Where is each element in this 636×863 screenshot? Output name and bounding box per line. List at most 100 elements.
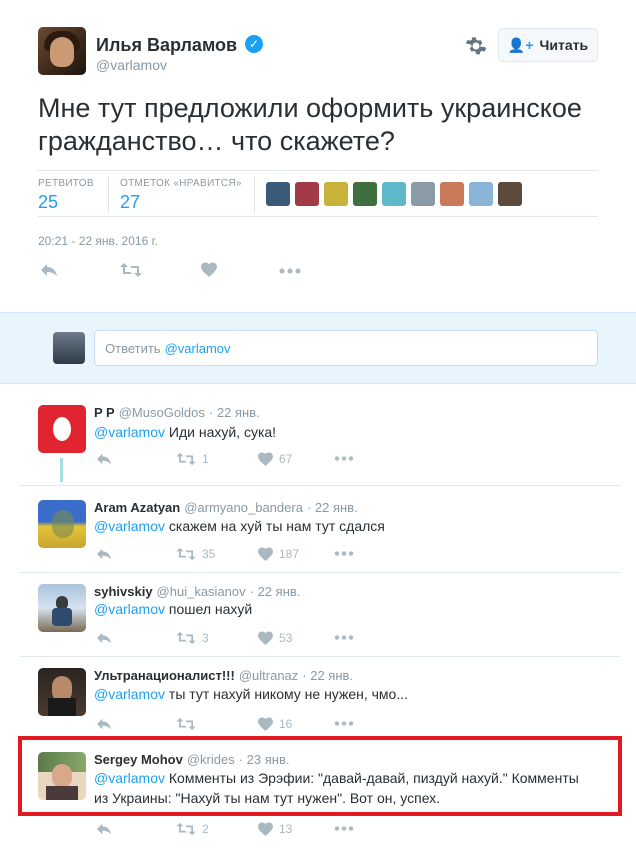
retweet-icon[interactable] [120,262,142,283]
reply-mention[interactable]: @varlamov [94,601,165,617]
follow-label: Читать [539,37,589,53]
reply-body: ты тут нахуй никому не нужен, чмо... [165,686,408,702]
follow-icon: 👤+ [507,36,534,53]
reply-mention: @varlamov [164,340,231,356]
reply-date[interactable]: · 22 янв. [209,405,260,420]
verified-icon: ✓ [245,35,263,53]
like-icon [258,717,273,731]
reply-mention[interactable]: @varlamov [94,424,165,440]
tweet-date[interactable]: 20:21 - 22 янв. 2016 г. [38,234,158,248]
retweet-icon [176,547,196,561]
tweet-text: Мне тут предложили оформить украинское г… [38,93,582,156]
retweet-icon [176,631,196,645]
reply-author-handle[interactable]: @ultranaz [239,668,298,683]
retweet-icon [176,717,196,731]
like-icon [258,452,273,466]
like-button[interactable]: 16 [258,717,292,731]
reply-avatar[interactable] [38,500,86,548]
reply-avatar[interactable] [38,405,86,453]
reply-author-name[interactable]: Aram Azatyan [94,500,180,515]
reply-avatar[interactable] [38,668,86,716]
reply-text: @varlamov ты тут нахуй никому не нужен, … [94,686,408,702]
reply-mention[interactable]: @varlamov [94,518,165,534]
reply-icon[interactable] [96,631,112,645]
retweet-button[interactable] [176,717,202,731]
reply-header: P P @MusoGoldos · 22 янв. [94,405,260,420]
liker-avatar[interactable] [440,182,464,206]
reply-icon[interactable] [96,452,112,466]
more-icon[interactable] [279,262,301,280]
reply-icon[interactable] [96,547,112,561]
like-icon[interactable] [201,262,217,282]
liker-avatar[interactable] [324,182,348,206]
reply-icon[interactable] [40,262,58,283]
follow-button[interactable]: 👤+ Читать [498,28,598,62]
reply-date[interactable]: · 22 янв. [307,500,358,515]
reply-icon[interactable] [96,822,112,836]
retweet-count: 1 [202,452,209,466]
reply-prefix: Ответить [105,340,161,356]
reply-avatar[interactable] [38,584,86,632]
like-button[interactable]: 67 [258,452,292,466]
reply-header: Aram Azatyan @armyano_bandera · 22 янв. [94,500,358,515]
like-count: 13 [279,822,293,836]
more-icon[interactable] [334,634,354,641]
like-button[interactable]: 53 [258,631,292,645]
liker-avatar[interactable] [498,182,522,206]
retweet-icon [176,452,196,466]
retweet-button[interactable]: 35 [176,547,215,561]
reply-date[interactable]: · 22 янв. [250,584,301,599]
more-icon[interactable] [334,550,354,557]
more-icon[interactable] [334,825,354,832]
like-count: 187 [279,547,300,561]
liker-avatar[interactable] [411,182,435,206]
reply-author-name[interactable]: P P [94,405,115,420]
reply-author-handle[interactable]: @armyano_bandera [184,500,303,515]
likes-count[interactable]: 27 [120,192,140,213]
like-button[interactable]: 13 [258,822,292,836]
liker-avatar[interactable] [295,182,319,206]
reply-author-handle[interactable]: @hui_kasianov [157,584,246,599]
like-button[interactable]: 187 [258,547,299,561]
divider [108,176,109,214]
like-count: 67 [279,452,293,466]
current-user-avatar [53,332,85,364]
author-name[interactable]: Илья Варламов [96,35,237,56]
retweet-count: 3 [202,631,209,645]
reply-date[interactable]: · 22 янв. [302,668,353,683]
reply-author-handle[interactable]: @MusoGoldos [119,405,205,420]
reply-body: скажем на хуй ты нам тут сдался [165,518,385,534]
highlight-box [18,736,622,816]
divider [38,170,598,171]
liker-avatar[interactable] [469,182,493,206]
reply-author-name[interactable]: syhivskiy [94,584,153,599]
reply-author-name[interactable]: Ультранационалист!!! [94,668,235,683]
retweet-count: 35 [202,547,216,561]
reply-text: @varlamov скажем на хуй ты нам тут сдалс… [94,518,385,534]
divider [20,572,620,573]
retweet-button[interactable]: 2 [176,822,209,836]
gear-icon[interactable] [464,34,488,58]
like-icon [258,631,273,645]
author-avatar[interactable] [38,27,86,75]
retweet-button[interactable]: 3 [176,631,209,645]
liker-avatar[interactable] [353,182,377,206]
retweet-count: 2 [202,822,209,836]
like-icon [258,547,273,561]
liker-avatar[interactable] [382,182,406,206]
reply-text: @varlamov пошел нахуй [94,601,252,617]
retweet-button[interactable]: 1 [176,452,209,466]
likes-label: ОТМЕТОК «НРАВИТСЯ» [120,178,242,189]
divider [20,656,620,657]
liked-by-avatars [266,182,522,206]
thread-line [60,458,63,482]
more-icon[interactable] [334,720,354,727]
liker-avatar[interactable] [266,182,290,206]
reply-input[interactable]: Ответить @varlamov [94,330,598,366]
author-handle[interactable]: @varlamov [96,57,167,73]
more-icon[interactable] [334,455,354,462]
reply-icon[interactable] [96,717,112,731]
reply-header: Ультранационалист!!! @ultranaz · 22 янв. [94,668,353,683]
retweets-count[interactable]: 25 [38,192,58,213]
reply-mention[interactable]: @varlamov [94,686,165,702]
